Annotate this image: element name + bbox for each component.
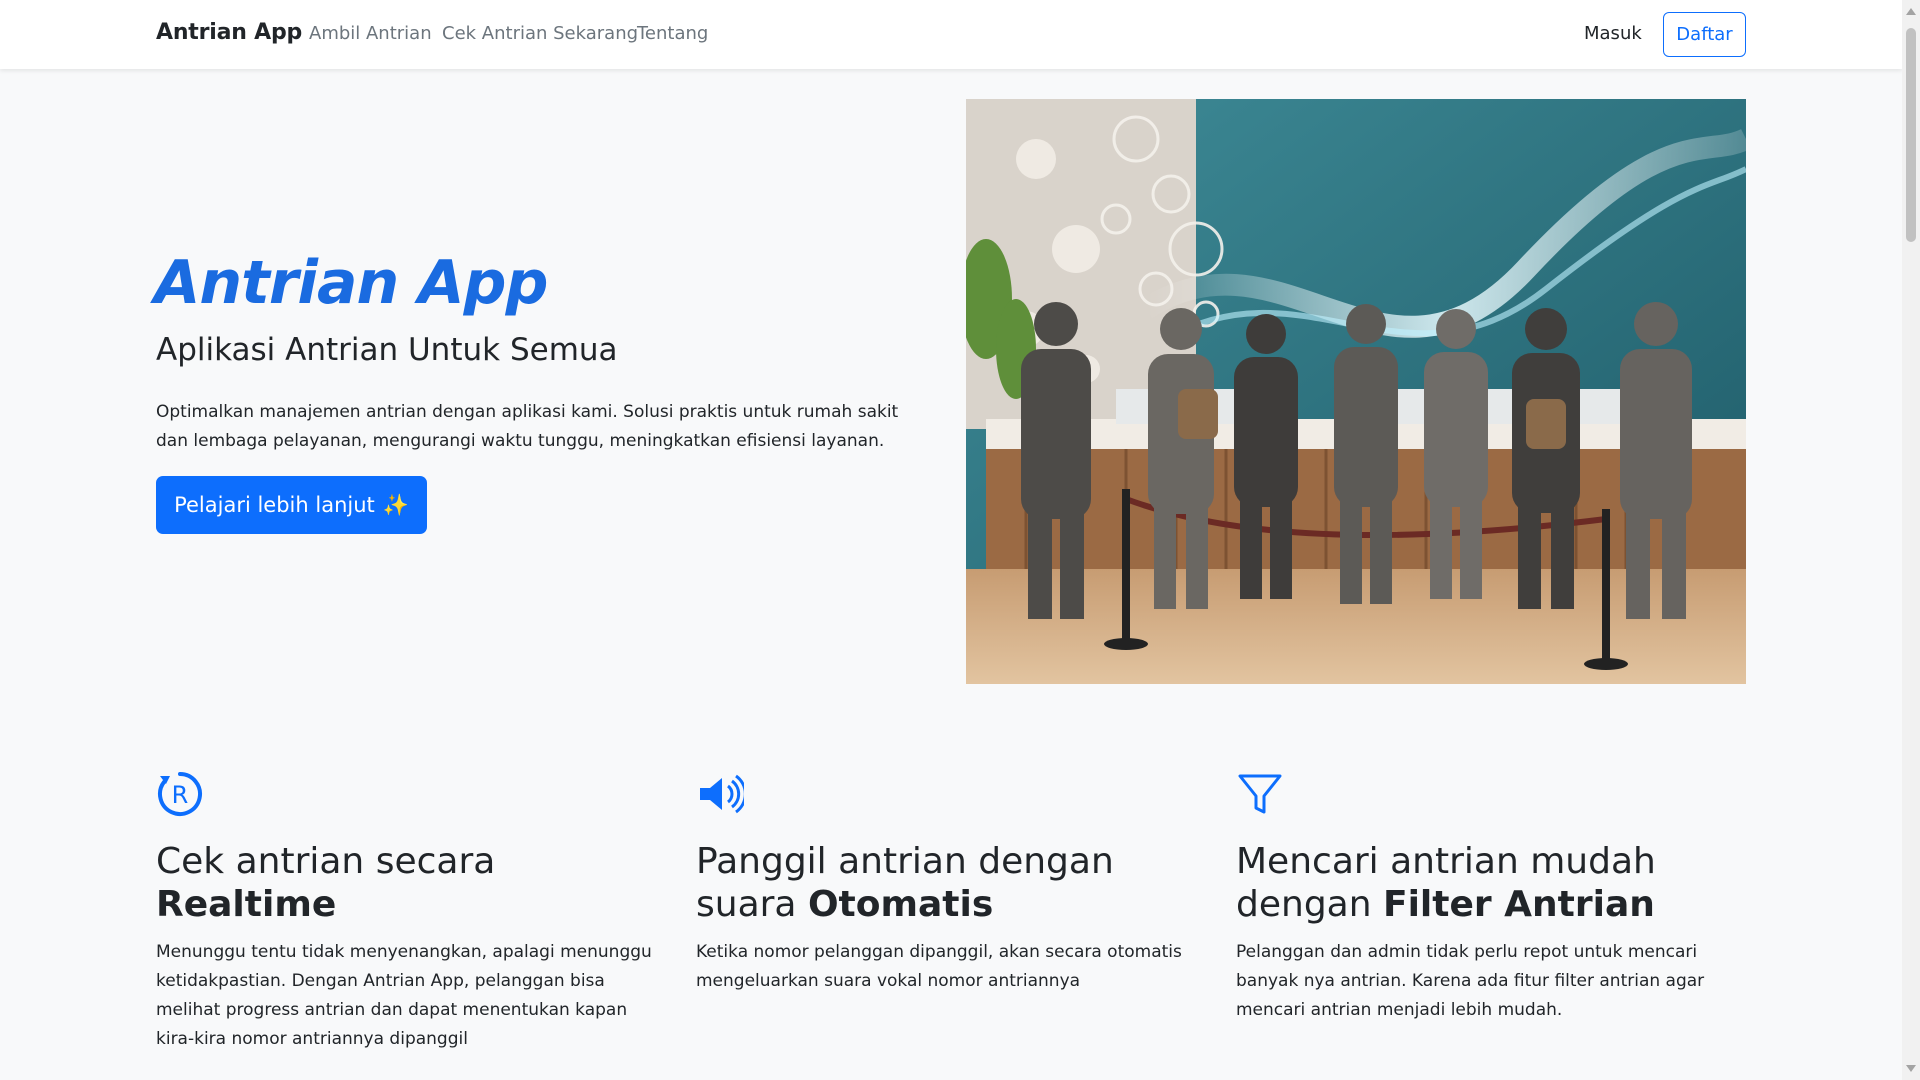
feature-filter: Mencari antrian mudah dengan Filter Antr…: [1236, 770, 1746, 1025]
filter-icon: [1238, 774, 1282, 814]
feature-text: Ketika nomor pelanggan dipanggil, akan s…: [696, 942, 1182, 991]
learn-more-button[interactable]: Pelajari lebih lanjut ✨: [156, 476, 427, 534]
nav-link-cek-antrian[interactable]: Cek Antrian Sekarang: [442, 23, 638, 44]
realtime-icon: R: [158, 772, 202, 816]
feature-text: Menunggu tentu tidak menyenangkan, apala…: [156, 942, 652, 1049]
scrollbar[interactable]: [1902, 0, 1920, 1080]
sparkles-icon: ✨: [382, 492, 409, 517]
feature-text: Pelanggan dan admin tidak perlu repot un…: [1236, 942, 1705, 1020]
feature-title-plain: Cek antrian secara: [156, 841, 496, 882]
feature-auto-voice: Panggil antrian dengan suara Otomatis Ke…: [696, 770, 1206, 996]
scroll-up-arrow-icon[interactable]: [1906, 8, 1916, 15]
nav-link-tentang[interactable]: Tentang: [637, 23, 708, 44]
scrollbar-thumb[interactable]: [1906, 28, 1916, 242]
speaker-icon: [700, 774, 747, 814]
navbar-brand[interactable]: Antrian App: [156, 20, 302, 45]
register-button[interactable]: Daftar: [1663, 12, 1746, 57]
nav-link-ambil-antrian[interactable]: Ambil Antrian: [309, 23, 432, 44]
hero-title: Antrian App: [154, 248, 548, 318]
feature-realtime: R Cek antrian secara Realtime Menunggu t…: [156, 770, 666, 1054]
feature-title: Panggil antrian dengan suara Otomatis: [696, 840, 1206, 926]
hero-subtitle: Aplikasi Antrian Untuk Semua: [156, 332, 618, 368]
login-link[interactable]: Masuk: [1584, 23, 1642, 44]
feature-title-bold: Realtime: [156, 884, 337, 925]
feature-title-bold: Filter Antrian: [1383, 884, 1655, 925]
feature-title: Cek antrian secara Realtime: [156, 840, 666, 926]
hero-description: Optimalkan manajemen antrian dengan apli…: [156, 402, 899, 451]
svg-text:R: R: [172, 781, 189, 809]
hero-illustration: [966, 99, 1746, 684]
learn-more-label: Pelajari lebih lanjut: [174, 493, 375, 517]
feature-title-bold: Otomatis: [807, 884, 994, 925]
scroll-down-arrow-icon[interactable]: [1906, 1065, 1916, 1072]
feature-title: Mencari antrian mudah dengan Filter Antr…: [1236, 840, 1746, 926]
navbar: Antrian App Ambil Antrian Cek Antrian Se…: [0, 0, 1902, 69]
